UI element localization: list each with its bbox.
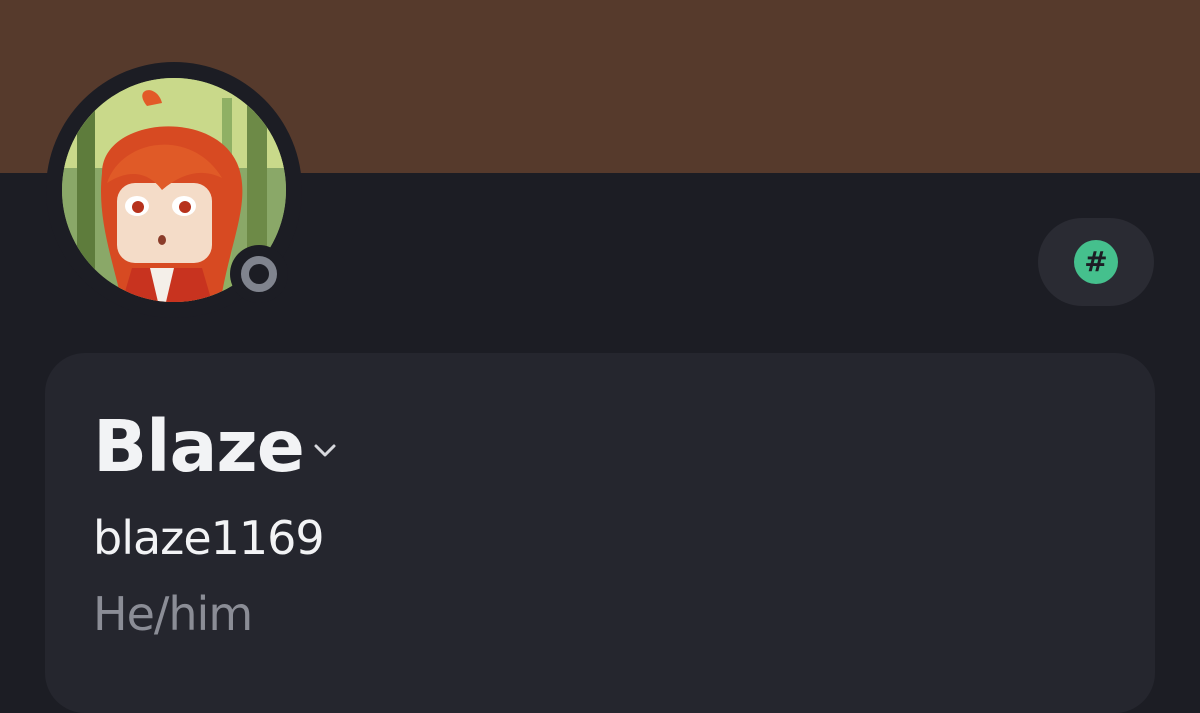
pronouns: He/him bbox=[93, 587, 253, 641]
hash-icon: # bbox=[1074, 240, 1118, 284]
username: blaze1169 bbox=[93, 511, 325, 565]
offline-status-icon bbox=[241, 256, 277, 292]
display-name: Blaze bbox=[93, 405, 305, 488]
chevron-down-icon[interactable] bbox=[310, 435, 340, 465]
server-tag-button[interactable]: # bbox=[1038, 218, 1154, 306]
display-name-row[interactable]: Blaze bbox=[93, 402, 340, 492]
